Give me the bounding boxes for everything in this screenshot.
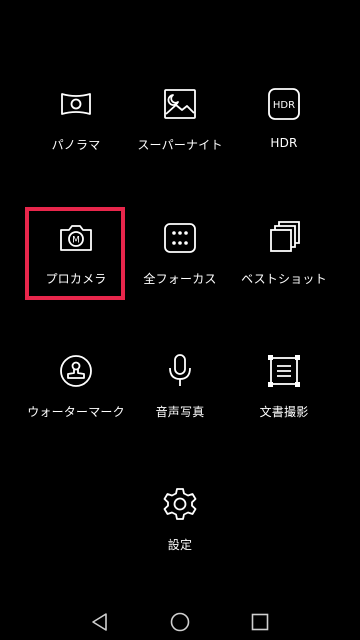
- recents-icon[interactable]: [248, 610, 272, 634]
- settings-button[interactable]: 設定: [120, 486, 240, 596]
- navigation-bar: [0, 600, 360, 640]
- mode-best-shot[interactable]: ベストショット: [224, 220, 344, 330]
- hdr-icon: HDR: [266, 86, 302, 122]
- document-scan-icon: [266, 353, 302, 389]
- all-focus-icon: [162, 220, 198, 256]
- mode-label: パノラマ: [51, 138, 101, 152]
- mode-panorama[interactable]: パノラマ: [16, 86, 136, 196]
- mode-label: ベストショット: [241, 272, 327, 286]
- mode-audio-photo[interactable]: 音声写真: [120, 353, 240, 463]
- super-night-icon: [162, 86, 198, 122]
- back-icon[interactable]: [88, 610, 112, 634]
- mode-label: スーパーナイト: [137, 138, 223, 152]
- panorama-icon: [58, 86, 94, 122]
- hdr-icon-text: HDR: [273, 100, 295, 111]
- settings-label: 設定: [167, 538, 193, 552]
- mode-all-focus[interactable]: 全フォーカス: [120, 220, 240, 330]
- mode-label: 文書撮影: [259, 405, 309, 419]
- mode-watermark[interactable]: ウォーターマーク: [16, 353, 136, 463]
- camera-mode-grid: パノラマ スーパーナイト HDR HDR M プロカメラ 全フォーカス ベストシ…: [0, 0, 360, 600]
- mode-label: 全フォーカス: [143, 272, 217, 286]
- settings-icon: [162, 486, 198, 522]
- mode-document-scan[interactable]: 文書撮影: [224, 353, 344, 463]
- mode-super-night[interactable]: スーパーナイト: [120, 86, 240, 196]
- home-icon[interactable]: [168, 610, 192, 634]
- audio-photo-icon: [162, 353, 198, 389]
- mode-hdr[interactable]: HDR HDR: [224, 86, 344, 196]
- mode-label: ウォーターマーク: [27, 405, 125, 419]
- pro-camera-icon: M: [58, 220, 94, 256]
- best-shot-icon: [266, 220, 302, 256]
- pro-icon-text: M: [72, 236, 80, 246]
- mode-pro-camera[interactable]: M プロカメラ: [16, 220, 136, 330]
- mode-label: 音声写真: [155, 405, 205, 419]
- mode-label: プロカメラ: [45, 272, 107, 286]
- watermark-icon: [58, 353, 94, 389]
- mode-label: HDR: [270, 136, 298, 150]
